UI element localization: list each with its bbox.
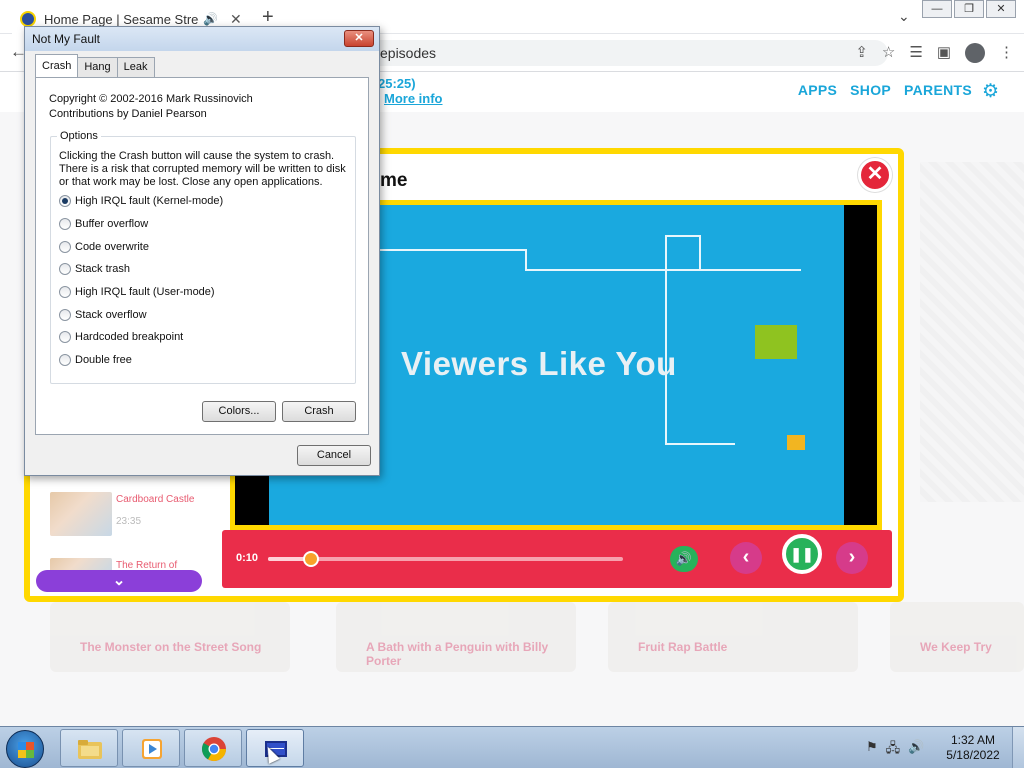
profile-avatar-icon[interactable] bbox=[965, 43, 985, 63]
volume-icon[interactable]: 🔊 bbox=[670, 546, 698, 572]
pause-icon[interactable]: ❚❚ bbox=[782, 534, 822, 574]
dialog-close-button[interactable]: ✕ bbox=[344, 30, 374, 47]
volume-tray-icon[interactable]: 🔊 bbox=[908, 739, 924, 761]
radio-code-overwrite[interactable]: Code overwrite bbox=[59, 241, 149, 253]
share-icon[interactable]: ⇪ bbox=[855, 43, 868, 63]
toolbar-icons: ⇪ ☆ ☰ ▣ ⋮ bbox=[855, 43, 1014, 63]
action-center-flag-icon[interactable]: ⚑ bbox=[866, 739, 878, 761]
nav-parents[interactable]: PARENTS bbox=[904, 82, 972, 98]
bg-card[interactable]: The Monster on the Street Song bbox=[50, 602, 290, 672]
yellow-square bbox=[787, 435, 805, 450]
previous-icon[interactable]: ‹ bbox=[730, 542, 762, 574]
taskbar-media-player[interactable] bbox=[122, 729, 180, 767]
site-nav-links: APPS SHOP PARENTS bbox=[798, 82, 972, 98]
taskbar-chrome[interactable] bbox=[184, 729, 242, 767]
radio-button[interactable] bbox=[59, 241, 71, 253]
bg-card[interactable]: Fruit Rap Battle bbox=[608, 602, 858, 672]
not-my-fault-dialog: Not My Fault ✕ Crash Hang Leak Copyright… bbox=[24, 26, 380, 476]
radio-button[interactable] bbox=[59, 309, 71, 321]
media-player-icon bbox=[142, 739, 162, 759]
start-button[interactable] bbox=[6, 730, 44, 768]
gear-icon[interactable]: ⚙ bbox=[982, 80, 999, 103]
warning-text: Clicking the Crash button will cause the… bbox=[59, 150, 346, 188]
minimize-button[interactable]: — bbox=[922, 0, 952, 18]
tab-title: Home Page | Sesame Street bbox=[44, 11, 199, 27]
more-info-link[interactable]: More info bbox=[384, 91, 443, 106]
folder-icon bbox=[78, 740, 102, 759]
bookmark-star-icon[interactable]: ☆ bbox=[882, 43, 895, 63]
radio-high-irql-kernel[interactable]: High IRQL fault (Kernel-mode) bbox=[59, 195, 223, 207]
dialog-tabs: Crash Hang Leak bbox=[35, 54, 155, 77]
maximize-button[interactable]: ❐ bbox=[954, 0, 984, 18]
background-illustration bbox=[920, 162, 1024, 502]
pbs-favicon-icon bbox=[20, 11, 36, 27]
radio-high-irql-user[interactable]: High IRQL fault (User-mode) bbox=[59, 286, 215, 298]
reading-list-icon[interactable]: ☰ bbox=[909, 43, 922, 63]
window-controls: — ❐ ✕ bbox=[920, 0, 1016, 18]
options-label: Options bbox=[57, 130, 101, 142]
nav-apps[interactable]: APPS bbox=[798, 82, 837, 98]
taskbar-explorer[interactable] bbox=[60, 729, 118, 767]
tab-hang[interactable]: Hang bbox=[77, 57, 118, 77]
video-caption: Viewers Like You bbox=[401, 345, 677, 382]
tab-close-icon[interactable]: ✕ bbox=[230, 11, 242, 28]
dialog-title: Not My Fault bbox=[32, 32, 101, 46]
menu-dots-icon[interactable]: ⋮ bbox=[999, 43, 1014, 63]
radio-button[interactable] bbox=[59, 263, 71, 275]
radio-buffer-overflow[interactable]: Buffer overflow bbox=[59, 218, 148, 230]
taskbar-clock[interactable]: 1:32 AM 5/18/2022 bbox=[942, 733, 1004, 763]
radio-stack-trash[interactable]: Stack trash bbox=[59, 263, 130, 275]
episode-duration: 23:35 bbox=[116, 516, 142, 527]
modal-close-button[interactable]: ✕ bbox=[858, 158, 892, 192]
progress-handle[interactable] bbox=[302, 551, 319, 567]
nav-shop[interactable]: SHOP bbox=[850, 82, 891, 98]
episode-thumbnail bbox=[50, 492, 112, 536]
scroll-down-button[interactable]: ⌄ bbox=[36, 570, 202, 592]
next-icon[interactable]: › bbox=[836, 542, 868, 574]
cancel-button[interactable]: Cancel bbox=[297, 445, 371, 466]
radio-button[interactable] bbox=[59, 195, 71, 207]
player-controls: 0:10 🔊 ‹ ❚❚ › bbox=[222, 530, 892, 588]
progress-track[interactable] bbox=[268, 551, 623, 567]
background-video-row: The Monster on the Street Song A Bath wi… bbox=[0, 602, 1024, 672]
radio-button[interactable] bbox=[59, 218, 71, 230]
bg-card[interactable]: A Bath with a Penguin with Billy Porter bbox=[336, 602, 576, 672]
radio-button[interactable] bbox=[59, 331, 71, 343]
show-desktop-button[interactable] bbox=[1012, 727, 1024, 768]
radio-button[interactable] bbox=[59, 354, 71, 366]
bg-card[interactable]: We Keep Try bbox=[890, 602, 1024, 672]
current-time: 0:10 bbox=[236, 552, 259, 564]
dialog-titlebar[interactable]: Not My Fault ✕ bbox=[25, 27, 379, 51]
radio-stack-overflow[interactable]: Stack overflow bbox=[59, 309, 147, 321]
options-group: Options Clicking the Crash button will c… bbox=[50, 130, 356, 384]
close-window-button[interactable]: ✕ bbox=[986, 0, 1016, 18]
tab-leak[interactable]: Leak bbox=[116, 57, 155, 77]
radio-double-free[interactable]: Double free bbox=[59, 354, 132, 366]
list-item[interactable]: Cardboard Castle 23:35 bbox=[40, 484, 208, 542]
crash-tab-panel: Copyright © 2002-2016 Mark Russinovich C… bbox=[35, 77, 369, 435]
chrome-icon bbox=[201, 737, 226, 762]
episode-name: Cardboard Castle bbox=[116, 494, 195, 505]
green-square bbox=[755, 325, 797, 359]
episode-time: 25:25) bbox=[378, 76, 416, 91]
windows-taskbar: ⚑ 🖧 🔊 1:32 AM 5/18/2022 bbox=[0, 726, 1024, 768]
radio-hardcoded-breakpoint[interactable]: Hardcoded breakpoint bbox=[59, 331, 183, 343]
modal-title: me bbox=[380, 170, 408, 191]
system-tray: ⚑ 🖧 🔊 bbox=[866, 739, 924, 761]
crash-button[interactable]: Crash bbox=[282, 401, 356, 422]
tab-crash[interactable]: Crash bbox=[35, 54, 79, 77]
copyright-text: Copyright © 2002-2016 Mark Russinovich C… bbox=[49, 93, 253, 120]
colors-button[interactable]: Colors... bbox=[202, 401, 276, 422]
speaker-icon[interactable]: 🔊 bbox=[203, 12, 218, 26]
side-panel-icon[interactable]: ▣ bbox=[937, 43, 951, 63]
network-icon[interactable]: 🖧 bbox=[886, 739, 901, 761]
radio-button[interactable] bbox=[59, 286, 71, 298]
tab-search-chevron-icon[interactable]: ⌄ bbox=[898, 8, 910, 25]
